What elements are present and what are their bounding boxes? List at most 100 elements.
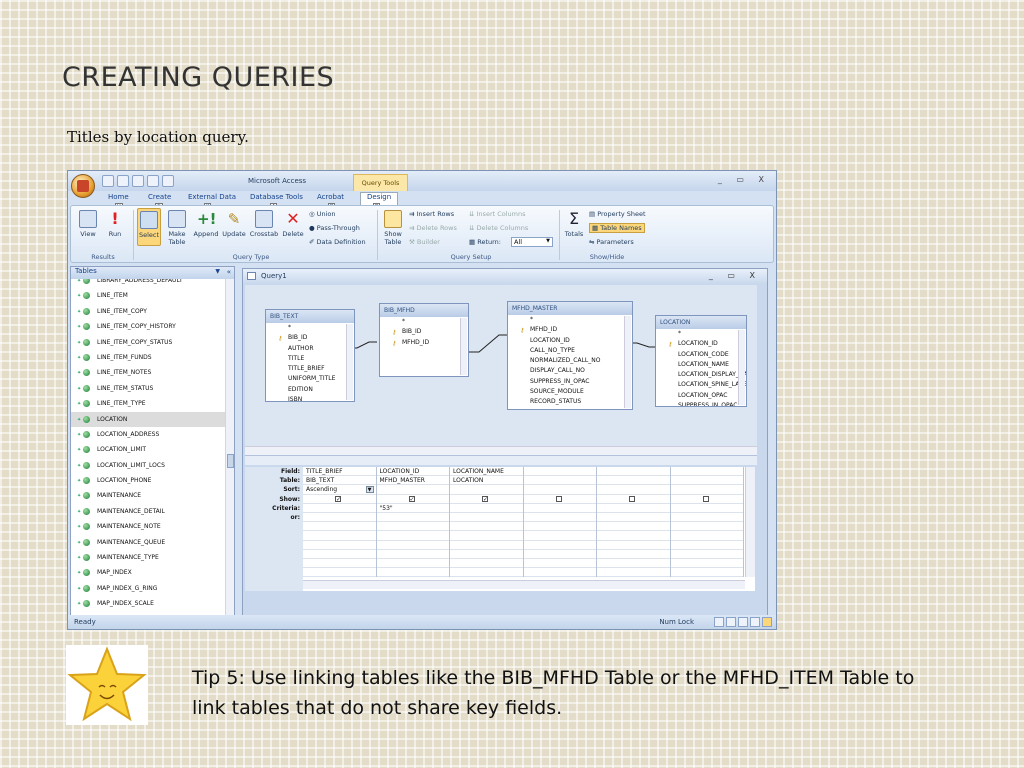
nav-table-item[interactable]: ✦ MAP_INDEX_SCALE [71,596,227,611]
append-button[interactable]: +! Append [193,210,219,238]
grid-criteria-cell[interactable] [303,504,376,513]
nav-table-item[interactable]: ✦ MAINTENANCE_QUEUE [71,535,227,550]
nav-table-item[interactable]: ✦ LOCATION [71,411,227,427]
grid-scrollbar[interactable] [745,467,755,577]
nav-table-item[interactable]: ✦ LOCATION_PHONE [71,473,227,488]
delete-rows-button[interactable]: ⇉ Delete Rows [409,224,457,232]
field-list-title[interactable]: LOCATION [656,316,746,329]
show-checkbox[interactable] [555,495,562,502]
print-icon[interactable] [147,175,159,187]
show-checkbox[interactable] [702,495,709,502]
grid-empty-cell[interactable] [670,531,743,541]
make-table-button[interactable]: Make Table [165,210,189,246]
grid-empty-cell[interactable] [376,550,449,559]
nav-table-item[interactable]: ✦ LINE_ITEM_TYPE [71,396,227,411]
show-checkbox[interactable]: ✓ [335,495,341,502]
field-list-item[interactable]: * [508,315,632,325]
grid-empty-cell[interactable] [597,559,670,569]
field-list-scrollbar[interactable] [624,316,631,408]
grid-show-cell[interactable]: ✓ [450,495,523,504]
field-list-title[interactable]: BIB_TEXT [266,310,354,323]
chevron-down-icon[interactable]: ▼ [215,268,220,275]
nav-table-item[interactable]: ✦ MAINTENANCE_TYPE [71,550,227,565]
field-list-item[interactable]: ⚷ MFHD_ID [380,338,468,348]
grid-or-cell[interactable] [376,513,449,523]
field-list-scrollbar[interactable] [738,330,745,405]
grid-empty-cell[interactable] [450,522,523,532]
nav-table-item[interactable]: ✦ LOCATION_LIMIT [71,442,227,457]
sql-view-icon[interactable] [750,617,760,627]
tab-home[interactable]: HomeH [108,193,129,211]
grid-show-cell[interactable]: ✓ [303,495,376,504]
grid-table-cell[interactable] [670,476,743,486]
grid-criteria-cell[interactable] [597,504,670,513]
grid-show-cell[interactable]: ✓ [376,495,449,504]
data-definition-button[interactable]: ✐ Data Definition [309,238,366,246]
grid-empty-cell[interactable] [450,559,523,569]
update-button[interactable]: ✎ Update [221,210,247,238]
grid-sort-cell[interactable] [523,485,596,495]
grid-table-cell[interactable] [523,476,596,486]
grid-empty-cell[interactable] [523,531,596,541]
grid-empty-cell[interactable] [376,559,449,569]
tab-database-tools[interactable]: Database ToolsA [250,193,303,211]
return-select[interactable]: All ▼ [511,237,553,247]
field-list-item[interactable]: LOCATION_ID [508,336,632,346]
nav-table-item[interactable]: ✦ LIBRARY_ADDRESS_DEFAULT [71,279,227,288]
grid-empty-cell[interactable] [523,541,596,550]
office-button[interactable] [71,174,95,198]
grid-sort-cell[interactable] [670,485,743,495]
field-list-item[interactable]: LOCATION_CODE [656,350,746,360]
grid-empty-cell[interactable] [597,568,670,578]
grid-sort-cell[interactable] [597,485,670,495]
collapse-icon[interactable]: « [227,268,231,276]
design-view-icon[interactable] [762,617,772,627]
field-list-item[interactable]: ⚷ BIB_ID [380,327,468,337]
save-icon[interactable] [102,175,114,187]
grid-or-cell[interactable] [523,513,596,523]
field-list-scrollbar[interactable] [346,324,353,400]
pane-splitter[interactable] [245,455,757,465]
pivot-chart-icon[interactable] [738,617,748,627]
field-list-item[interactable]: TITLE [266,354,354,364]
grid-show-cell[interactable] [523,495,596,504]
parameters-button[interactable]: ⇋ Parameters [589,238,634,246]
grid-empty-cell[interactable] [303,568,376,578]
grid-empty-cell[interactable] [670,568,743,578]
grid-empty-cell[interactable] [523,568,596,578]
union-button[interactable]: ◎ Union [309,210,336,218]
diagram-scrollbar[interactable] [245,446,757,455]
scroll-thumb[interactable] [227,454,234,468]
grid-empty-cell[interactable] [523,550,596,559]
grid-field-cell[interactable]: LOCATION_NAME [450,467,523,477]
nav-table-item[interactable]: ✦ MAP_INDEX [71,565,227,580]
grid-empty-cell[interactable] [523,559,596,569]
field-list-item[interactable]: LOCATION_NAME [656,360,746,370]
nav-table-item[interactable]: ✦ LINE_ITEM_COPY [71,304,227,319]
grid-field-cell[interactable] [670,467,743,477]
grid-sort-cell[interactable] [376,485,449,495]
insert-rows-button[interactable]: ⇉ Insert Rows [409,210,454,218]
grid-criteria-cell[interactable] [670,504,743,513]
grid-empty-cell[interactable] [450,568,523,578]
show-checkbox[interactable]: ✓ [408,495,415,502]
redo-icon[interactable] [132,175,144,187]
grid-empty-cell[interactable] [376,568,449,578]
grid-empty-cell[interactable] [303,522,376,532]
grid-table-cell[interactable]: LOCATION [450,476,523,486]
grid-field-cell[interactable]: TITLE_BRIEF [303,467,376,477]
grid-table-cell[interactable] [597,476,670,486]
field-list-item[interactable]: AUTHOR [266,344,354,354]
grid-empty-cell[interactable] [450,531,523,541]
nav-table-item[interactable]: ✦ LINE_ITEM_STATUS [71,381,227,396]
field-list-title[interactable]: MFHD_MASTER [508,302,632,315]
grid-empty-cell[interactable] [376,541,449,550]
show-table-button[interactable]: Show Table [381,210,405,246]
grid-empty-cell[interactable] [597,550,670,559]
show-checkbox[interactable] [629,495,635,502]
nav-table-item[interactable]: ✦ LOCATION_ADDRESS [71,427,227,442]
grid-or-cell[interactable] [597,513,670,523]
select-query-button[interactable]: Select [137,208,161,246]
pass-through-button[interactable]: ● Pass-Through [309,224,360,232]
nav-table-item[interactable]: ✦ LINE_ITEM_FUNDS [71,350,227,365]
